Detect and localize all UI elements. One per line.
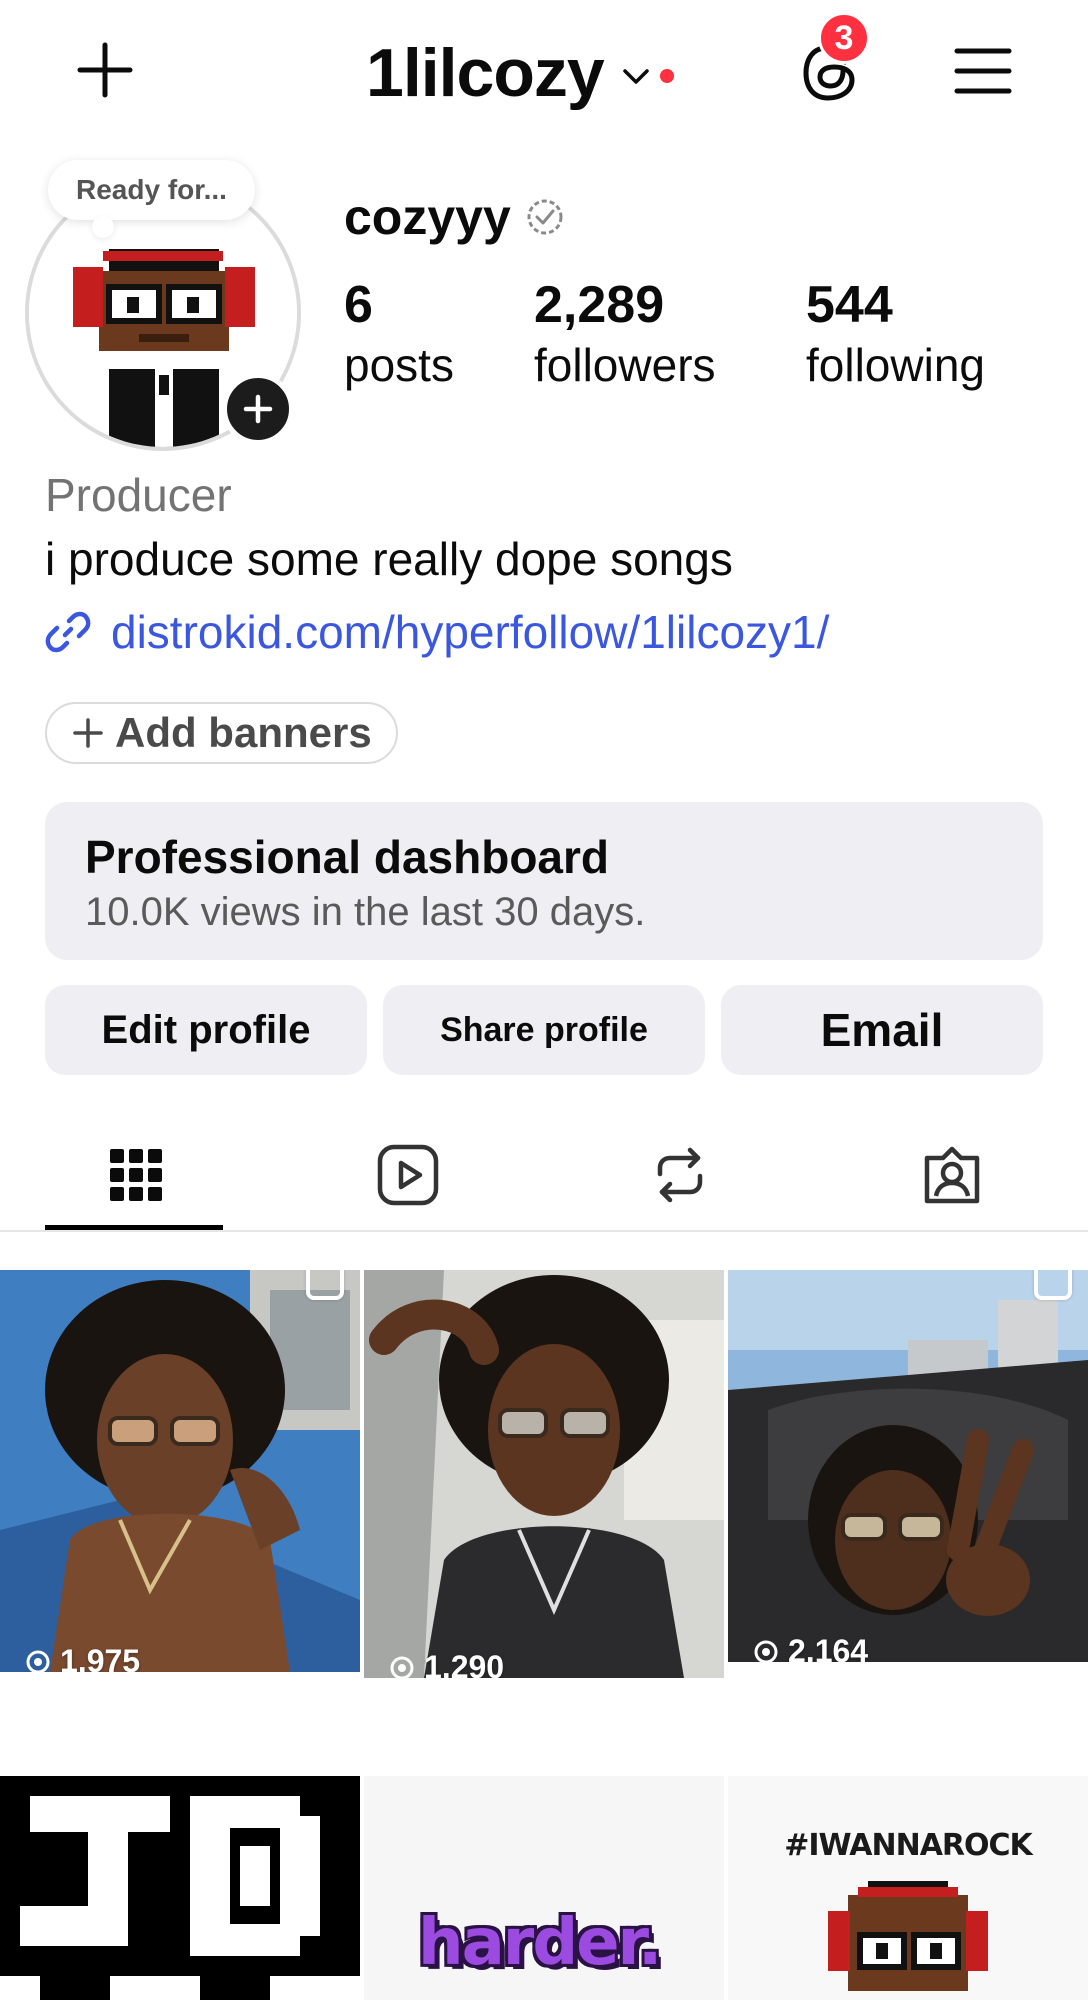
followers-label: followers: [534, 339, 716, 391]
eye-icon: [754, 1640, 778, 1662]
professional-dashboard-card[interactable]: Professional dashboard 10.0K views in th…: [45, 802, 1043, 960]
email-button[interactable]: Email: [721, 985, 1043, 1075]
top-bar: 1lilcozy 3: [0, 0, 1088, 140]
post-tile[interactable]: #IWANNAROCK: [728, 1776, 1088, 2000]
post-text-iwannarock: #IWANNAROCK: [784, 1828, 1033, 1863]
new-activity-dot: [659, 69, 674, 83]
reels-icon: [377, 1144, 439, 1206]
post-view-count: 2,164: [752, 1633, 868, 1662]
pixel-avatar-image: [828, 1881, 988, 1991]
display-name-row: cozyyy: [344, 188, 565, 246]
tagged-icon: [924, 1146, 980, 1204]
account-switcher[interactable]: 1lilcozy: [366, 28, 674, 118]
tab-tagged[interactable]: [816, 1120, 1088, 1230]
tab-divider: [0, 1230, 1088, 1232]
hamburger-menu-icon: [954, 48, 1012, 94]
tab-posts-grid[interactable]: [0, 1120, 272, 1230]
link-icon: [45, 611, 91, 653]
following-count: 544: [806, 276, 893, 334]
tab-reposts[interactable]: [544, 1120, 816, 1230]
posts-count: 6: [344, 276, 373, 334]
dashboard-subtitle: 10.0K views in the last 30 days.: [85, 890, 646, 934]
plus-icon: [77, 42, 133, 98]
eye-icon: [26, 1650, 50, 1672]
display-name: cozyyy: [344, 189, 511, 245]
header-username: 1lilcozy: [366, 35, 605, 111]
dashboard-title: Professional dashboard: [85, 831, 610, 883]
create-post-button[interactable]: [70, 35, 140, 105]
profile-link[interactable]: distrokid.com/hyperfollow/1lilcozy1/: [45, 605, 829, 659]
repost-icon: [657, 1147, 703, 1203]
followers-count: 2,289: [534, 276, 665, 334]
post-view-count: 1,290: [388, 1649, 504, 1678]
eye-icon: [390, 1656, 414, 1678]
add-banners-label: Add banners: [115, 709, 372, 756]
profile-bio: i produce some really dope songs: [45, 533, 733, 585]
post-pixel-jd-logo-image: [0, 1776, 360, 2000]
chevron-down-icon: [622, 69, 649, 84]
post-tile[interactable]: 1,290: [364, 1270, 724, 1678]
post-tile[interactable]: [0, 1776, 360, 2000]
followers-stat[interactable]: 2,289 followers: [534, 275, 716, 395]
meta-verified-badge-icon[interactable]: [525, 197, 565, 237]
profile-category: Producer: [45, 469, 232, 521]
carousel-indicator-icon: [1034, 1270, 1072, 1300]
threads-badge: 3: [818, 12, 870, 64]
tab-reels[interactable]: [272, 1120, 544, 1230]
add-banners-button[interactable]: Add banners: [45, 702, 398, 764]
plus-icon: [73, 718, 103, 748]
posts-stat[interactable]: 6 posts: [344, 275, 454, 395]
post-tile[interactable]: 1,975: [0, 1270, 360, 1672]
share-profile-button[interactable]: Share profile: [383, 985, 705, 1075]
plus-icon: [243, 394, 273, 424]
following-label: following: [806, 339, 985, 391]
grid-icon: [110, 1149, 162, 1201]
post-photo-convertible-peace-sign: [728, 1270, 1088, 1662]
posts-label: posts: [344, 339, 454, 391]
post-photo-shirtless-sunglasses: [0, 1270, 360, 1672]
menu-button[interactable]: [950, 38, 1016, 104]
post-view-count: 1,975: [24, 1643, 140, 1672]
following-stat[interactable]: 544 following: [806, 275, 985, 395]
post-text-harder: harder.: [418, 1906, 662, 1980]
edit-profile-button[interactable]: Edit profile: [45, 985, 367, 1075]
post-tile[interactable]: 2,164: [728, 1270, 1088, 1662]
carousel-indicator-icon: [306, 1270, 344, 1300]
post-photo-car-selfie: [364, 1270, 724, 1678]
post-tile[interactable]: harder.: [364, 1776, 724, 2000]
note-bubble[interactable]: Ready for...: [48, 160, 255, 238]
profile-link-text: distrokid.com/hyperfollow/1lilcozy1/: [111, 606, 830, 658]
add-story-button[interactable]: [222, 373, 294, 445]
